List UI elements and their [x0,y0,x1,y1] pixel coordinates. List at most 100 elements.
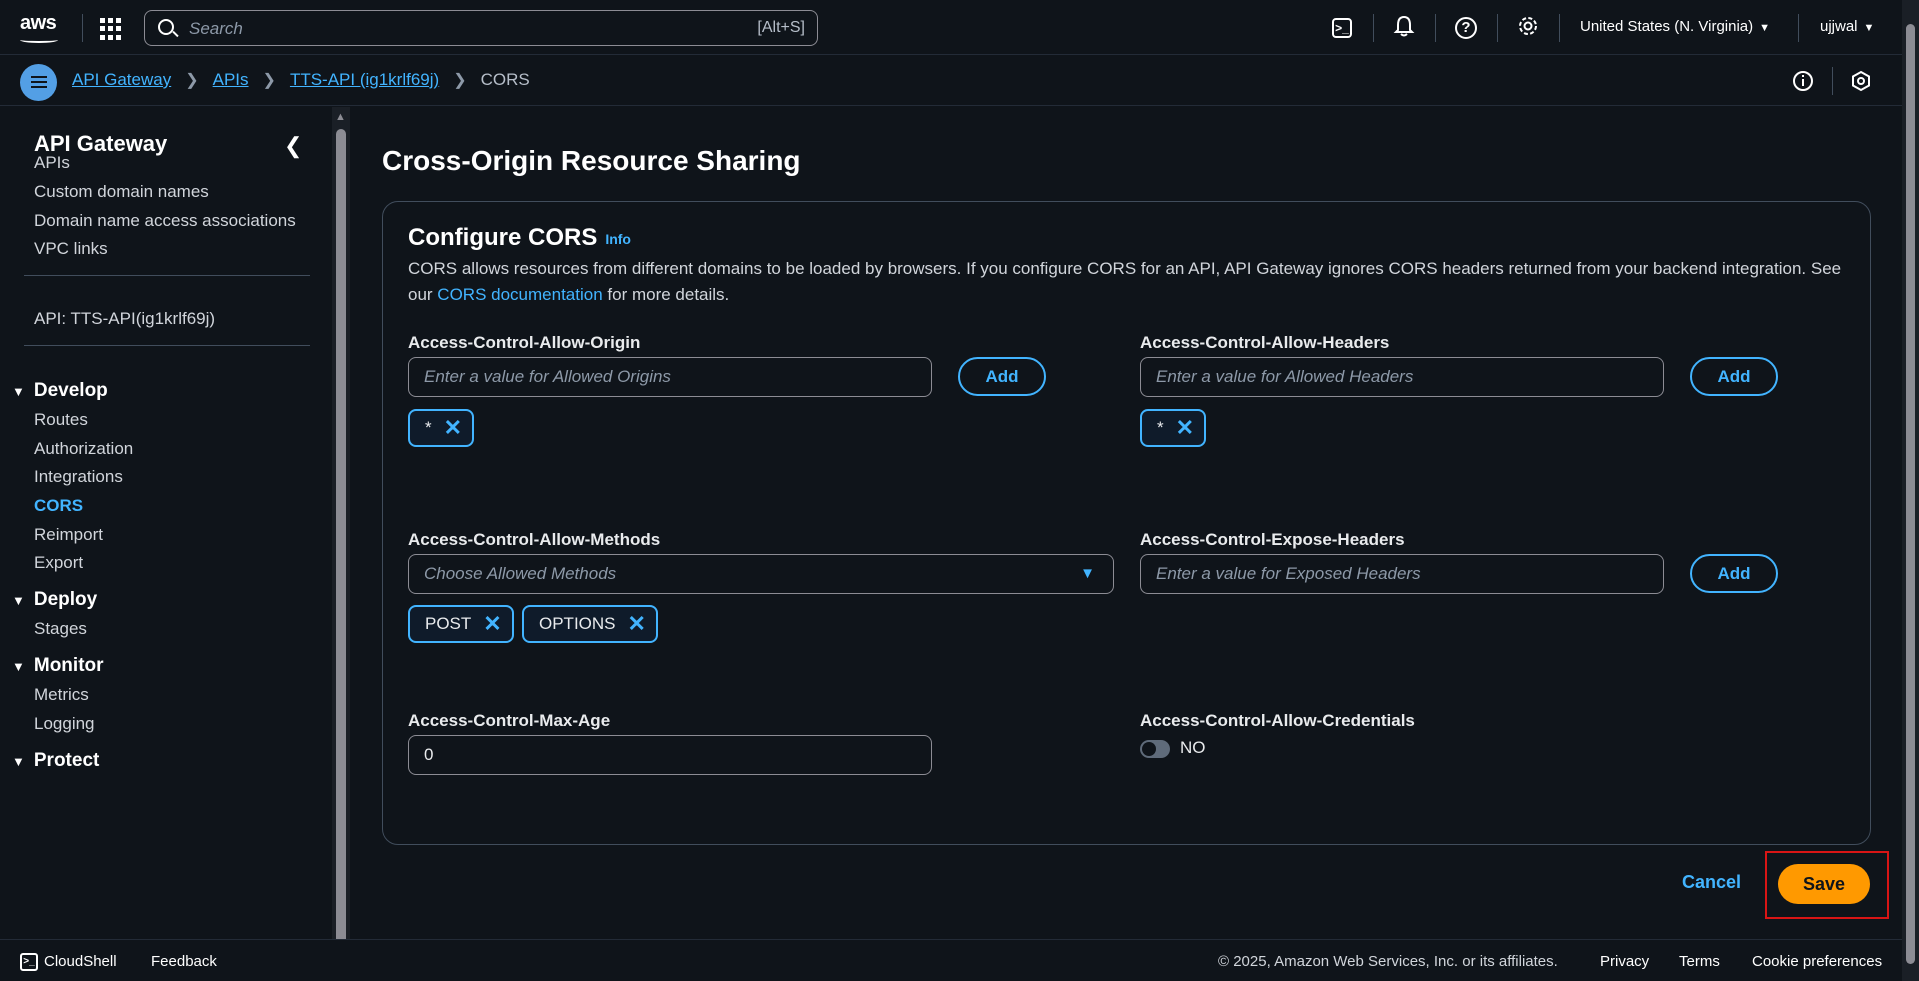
panel-description: CORS allows resources from different dom… [408,256,1848,308]
menu-icon[interactable] [20,64,57,101]
expose-headers-add-button[interactable]: Add [1690,554,1778,593]
privacy-link[interactable]: Privacy [1600,953,1649,970]
section-label: Develop [33,380,108,401]
allow-credentials-toggle[interactable] [1140,740,1170,758]
sidebar-item-domain-name-access-associations[interactable]: Domain name access associations [34,211,296,231]
save-button[interactable]: Save [1778,864,1870,904]
remove-icon[interactable]: ✕ [483,613,501,635]
remove-icon[interactable]: ✕ [628,613,646,635]
configure-cors-panel: Configure CORS Info CORS allows resources… [382,201,1871,845]
sidebar-item-vpc-links[interactable]: VPC links [34,239,108,259]
cloudshell-footer-button[interactable]: >_ CloudShell [20,953,117,972]
cancel-button[interactable]: Cancel [1682,872,1741,893]
cloudshell-icon: >_ [20,953,38,972]
cloudshell-label: CloudShell [44,953,117,970]
divider [1832,67,1833,95]
sidebar-item-custom-domain-names[interactable]: Custom domain names [34,182,209,202]
allow-methods-token: POST ✕ [408,605,514,643]
sidebar-section-monitor[interactable]: ▼ Monitor [12,655,104,677]
cors-documentation-link[interactable]: CORS documentation [437,285,602,304]
cookie-preferences-link[interactable]: Cookie preferences [1752,953,1882,970]
allow-headers-token: * ✕ [1140,409,1207,447]
hexagon-settings-icon[interactable] [1848,68,1874,94]
search-placeholder: Search [189,19,243,38]
divider [1798,14,1799,42]
sidebar-item-cors[interactable]: CORS [34,496,83,516]
remove-icon[interactable]: ✕ [444,417,462,439]
allow-methods-label: Access-Control-Allow-Methods [408,530,661,549]
search-icon [158,19,174,35]
breadcrumb-tts-api[interactable]: TTS-API (ig1krlf69j) [290,70,439,90]
caret-down-icon: ▼ [1863,22,1875,34]
sidebar-api-label[interactable]: API: TTS-API(ig1krlf69j) [34,309,215,329]
max-age-label: Access-Control-Max-Age [408,711,611,730]
scroll-up-icon[interactable]: ▲ [335,111,346,123]
panel-title-text: Configure CORS [408,224,598,251]
allow-credentials-state: NO [1180,738,1206,757]
section-label: Monitor [33,655,104,676]
allow-origin-input[interactable]: Enter a value for Allowed Origins [408,357,932,397]
sidebar-item-export[interactable]: Export [34,553,83,573]
cloudshell-icon[interactable]: >_ [1328,14,1356,42]
scrollbar-thumb[interactable] [336,129,346,947]
bell-icon[interactable] [1390,14,1418,42]
breadcrumb: API Gateway ❯ APIs ❯ TTS-API (ig1krlf69j… [72,70,530,90]
breadcrumb-apis[interactable]: APIs [213,70,249,90]
copyright-text: © 2025, Amazon Web Services, Inc. or its… [1218,953,1558,970]
sidebar-item-integrations[interactable]: Integrations [34,467,123,487]
breadcrumb-bar: API Gateway ❯ APIs ❯ TTS-API (ig1krlf69j… [0,56,1902,106]
gear-icon[interactable] [1514,14,1542,42]
sidebar-item-routes[interactable]: Routes [34,410,88,430]
expose-headers-input[interactable]: Enter a value for Exposed Headers [1140,554,1664,594]
chevron-right-icon: ❯ [185,72,199,89]
section-label: Protect [33,750,100,771]
sidebar-section-develop[interactable]: ▼ Develop [12,380,108,402]
allow-headers-input[interactable]: Enter a value for Allowed Headers [1140,357,1664,397]
search-input[interactable]: Search [Alt+S] [144,10,818,46]
info-link[interactable]: Info [605,231,631,247]
allow-methods-token: OPTIONS ✕ [522,605,658,643]
caret-down-icon: ▼ [12,384,25,399]
allow-origin-token: * ✕ [408,409,475,447]
chevron-left-icon[interactable]: ❮ [284,133,302,159]
window-scrollbar[interactable] [1902,0,1919,981]
sidebar-item-apis[interactable]: APIs [34,153,70,173]
main-content: Cross-Origin Resource Sharing Configure … [352,107,1902,939]
region-selector[interactable]: United States (N. Virginia) ▼ [1580,18,1770,35]
aws-logo[interactable]: aws [20,12,58,43]
divider [24,345,310,346]
sidebar-item-authorization[interactable]: Authorization [34,439,133,459]
caret-down-icon: ▼ [12,659,25,674]
caret-down-icon: ▼ [12,754,25,769]
sidebar-section-deploy[interactable]: ▼ Deploy [12,589,97,611]
scroll-down-icon[interactable]: ▼ [335,923,346,935]
allow-credentials-label: Access-Control-Allow-Credentials [1140,711,1415,730]
breadcrumb-current: CORS [480,70,530,89]
expose-headers-label: Access-Control-Expose-Headers [1140,530,1405,549]
remove-icon[interactable]: ✕ [1176,417,1194,439]
sidebar-section-protect[interactable]: ▼ Protect [12,750,99,772]
chevron-right-icon: ❯ [453,72,467,89]
allow-origin-add-button[interactable]: Add [958,357,1046,396]
caret-down-icon: ▼ [12,593,25,608]
sidebar-item-reimport[interactable]: Reimport [34,525,103,545]
help-icon[interactable]: ? [1452,14,1480,42]
feedback-link[interactable]: Feedback [151,953,217,970]
sidebar-item-stages[interactable]: Stages [34,619,87,639]
terms-link[interactable]: Terms [1679,953,1720,970]
divider [1373,14,1374,42]
breadcrumb-api-gateway[interactable]: API Gateway [72,70,171,90]
select-placeholder: Choose Allowed Methods [424,564,617,583]
search-shortcut: [Alt+S] [757,19,805,36]
divider [1559,14,1560,42]
services-grid-icon[interactable] [100,18,122,40]
allow-methods-select[interactable]: Choose Allowed Methods ▼ [408,554,1114,594]
allow-headers-add-button[interactable]: Add [1690,357,1778,396]
sidebar-item-metrics[interactable]: Metrics [34,685,89,705]
sidebar-item-logging[interactable]: Logging [34,714,95,734]
user-menu[interactable]: ujjwal ▼ [1820,18,1874,35]
info-icon[interactable] [1790,68,1816,94]
sidebar-scrollbar[interactable]: ▲ ▼ [332,107,350,947]
scrollbar-thumb[interactable] [1906,24,1915,964]
max-age-input[interactable]: 0 [408,735,932,775]
